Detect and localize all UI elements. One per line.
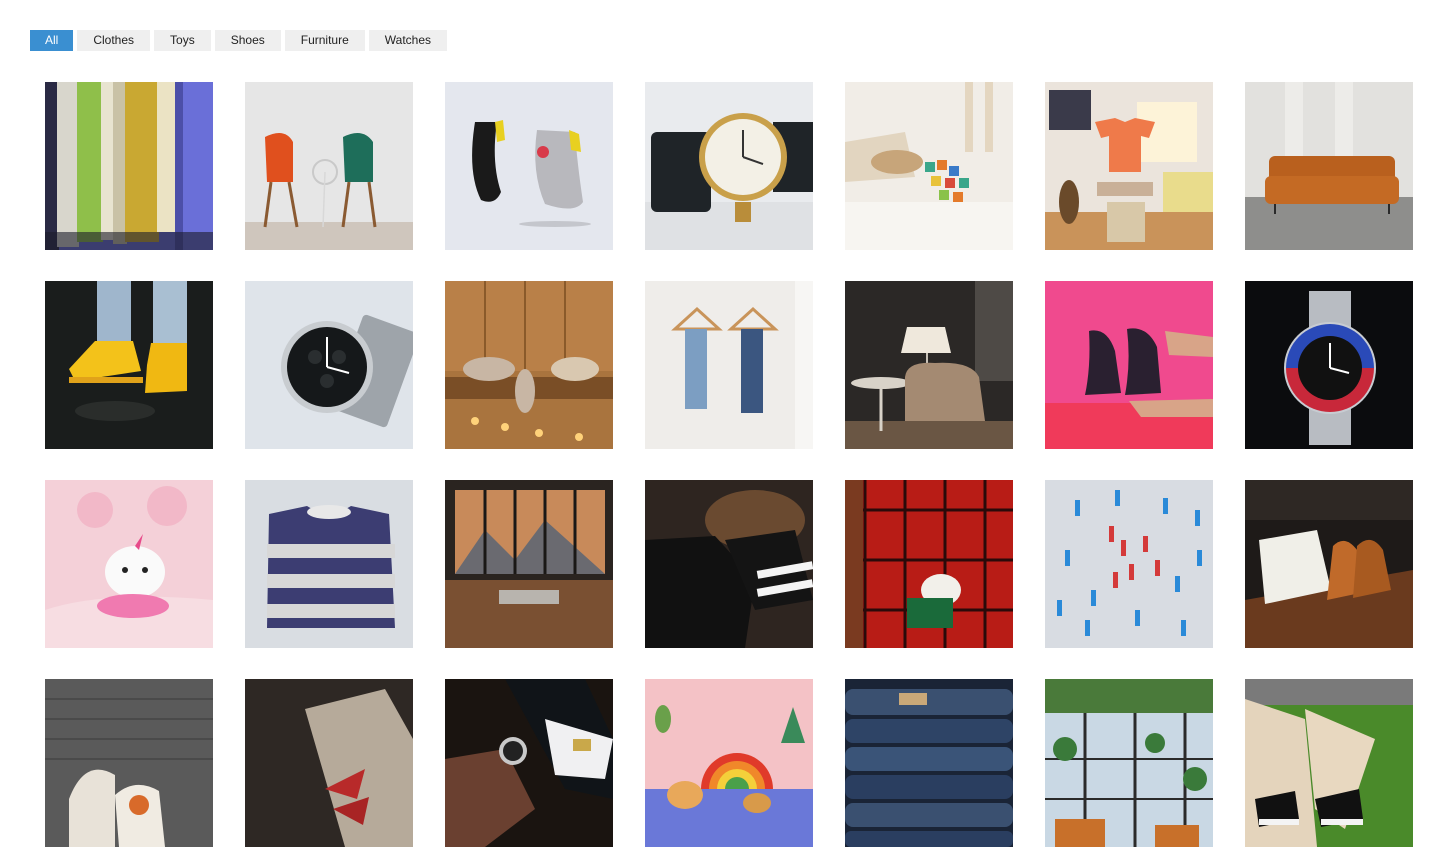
- chairs-image: [245, 82, 413, 250]
- gallery-item-orange-tshirt-room[interactable]: [1045, 82, 1213, 250]
- gallery-item-yellow-boots[interactable]: [45, 281, 213, 449]
- gallery-item-armchair-lamp[interactable]: [845, 281, 1013, 449]
- gallery-item-floating-sneakers[interactable]: [445, 82, 613, 250]
- gallery-item-orange-green-chairs[interactable]: [245, 82, 413, 250]
- gallery-item-black-sandals-pink[interactable]: [1045, 281, 1213, 449]
- stacked-jeans-image: [845, 679, 1013, 847]
- plush-toys-image: [445, 281, 613, 449]
- category-filter-bar: All Clothes Toys Shoes Furniture Watches: [30, 30, 448, 51]
- hanging-shirts-image: [45, 82, 213, 250]
- chronograph-watch-image: [245, 281, 413, 449]
- wrist-watch-image: [445, 679, 613, 847]
- gallery-item-gold-wristwatch[interactable]: [645, 82, 813, 250]
- gallery-item-striped-sweater[interactable]: [245, 480, 413, 648]
- gallery-item-plush-toys-shelf[interactable]: [445, 281, 613, 449]
- black-sneakers-image: [645, 480, 813, 648]
- gold-watch-image: [645, 82, 813, 250]
- jeans-hangers-image: [645, 281, 813, 449]
- gallery-item-wooden-blocks-room[interactable]: [845, 82, 1013, 250]
- gallery-item-hanging-shirts[interactable]: [45, 82, 213, 250]
- gallery-item-cafe-plants[interactable]: [1045, 679, 1213, 847]
- sneakers-grass-image: [1245, 679, 1413, 847]
- sneakers-shadow-image: [245, 679, 413, 847]
- gallery-item-sneakers-shadow[interactable]: [245, 679, 413, 847]
- yellow-boots-image: [45, 281, 213, 449]
- gallery-item-brown-leather-shoes[interactable]: [1245, 480, 1413, 648]
- gallery-item-orange-sofa[interactable]: [1245, 82, 1413, 250]
- steel-watch-image: [1245, 281, 1413, 449]
- sneakers-image: [445, 82, 613, 250]
- gallery-item-window-mountain-room[interactable]: [445, 480, 613, 648]
- filter-furniture-button[interactable]: Furniture: [284, 30, 365, 51]
- white-sneakers-image: [45, 679, 213, 847]
- armchair-lamp-image: [845, 281, 1013, 449]
- toy-blocks-image: [845, 82, 1013, 250]
- filter-toys-button[interactable]: Toys: [154, 30, 211, 51]
- plaid-dress-image: [845, 480, 1013, 648]
- gallery-item-sneakers-grass[interactable]: [1245, 679, 1413, 847]
- tshirt-room-image: [1045, 82, 1213, 250]
- filter-watches-button[interactable]: Watches: [368, 30, 448, 51]
- gallery-item-white-sneakers-dark[interactable]: [45, 679, 213, 847]
- filter-all-button[interactable]: All: [30, 30, 74, 51]
- leather-shoes-image: [1245, 480, 1413, 648]
- sofa-image: [1245, 82, 1413, 250]
- rainbow-toys-image: [645, 679, 813, 847]
- filter-shoes-button[interactable]: Shoes: [214, 30, 281, 51]
- gallery-item-pink-plush-unicorn[interactable]: [45, 480, 213, 648]
- striped-sweater-image: [245, 480, 413, 648]
- plush-unicorn-image: [45, 480, 213, 648]
- gallery-item-watch-on-wrist[interactable]: [445, 679, 613, 847]
- filter-clothes-button[interactable]: Clothes: [77, 30, 151, 51]
- product-gallery: [45, 82, 1413, 847]
- gallery-item-toy-soldiers[interactable]: [1045, 480, 1213, 648]
- gallery-item-stacked-jeans[interactable]: [845, 679, 1013, 847]
- toy-soldiers-image: [1045, 480, 1213, 648]
- cafe-plants-image: [1045, 679, 1213, 847]
- gallery-item-red-plaid-dress[interactable]: [845, 480, 1013, 648]
- gallery-item-wooden-rainbow-toys[interactable]: [645, 679, 813, 847]
- window-room-image: [445, 480, 613, 648]
- gallery-item-jeans-on-hangers[interactable]: [645, 281, 813, 449]
- sandals-image: [1045, 281, 1213, 449]
- gallery-item-steel-diver-watch[interactable]: [1245, 281, 1413, 449]
- gallery-item-chronograph-watch[interactable]: [245, 281, 413, 449]
- gallery-item-black-sneakers-feet[interactable]: [645, 480, 813, 648]
